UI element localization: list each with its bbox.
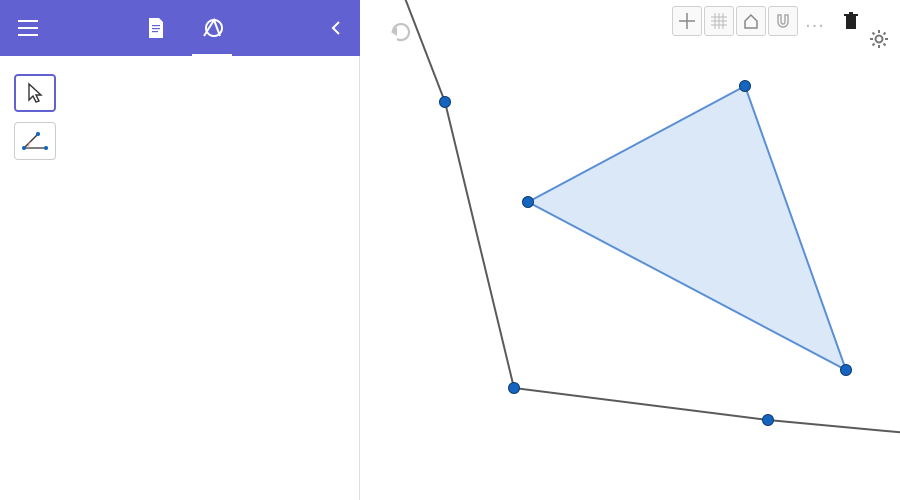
hamburger-icon bbox=[18, 20, 38, 36]
gear-icon bbox=[869, 29, 889, 49]
settings-button[interactable] bbox=[866, 26, 892, 52]
triangle-vertex-1[interactable] bbox=[740, 81, 751, 92]
delete-button[interactable] bbox=[838, 8, 864, 34]
undo-icon bbox=[387, 22, 413, 42]
geometry-layer bbox=[362, 0, 900, 500]
point-capture-button[interactable] bbox=[768, 6, 798, 36]
polyline-point-2[interactable] bbox=[763, 415, 774, 426]
chevron-left-icon bbox=[331, 21, 341, 35]
polyline-point-0[interactable] bbox=[440, 97, 451, 108]
document-icon bbox=[147, 18, 165, 38]
grid-icon bbox=[710, 12, 728, 30]
tab-tools[interactable] bbox=[196, 8, 228, 48]
triangle-vertex-0[interactable] bbox=[523, 197, 534, 208]
undo-button[interactable] bbox=[386, 18, 414, 46]
tab-document[interactable] bbox=[140, 8, 172, 48]
geometry-tools-icon bbox=[201, 17, 223, 39]
polyline-point-1[interactable] bbox=[509, 383, 520, 394]
app-header bbox=[0, 0, 360, 56]
pointer-icon bbox=[25, 82, 45, 104]
graphics-canvas[interactable]: ... bbox=[362, 0, 900, 500]
home-icon bbox=[742, 12, 760, 30]
home-view-button[interactable] bbox=[736, 6, 766, 36]
tool-palette bbox=[14, 74, 56, 160]
toggle-grid-button[interactable] bbox=[704, 6, 734, 36]
magnet-icon bbox=[774, 12, 792, 30]
view-buttons-group bbox=[672, 6, 798, 36]
ellipsis-icon: ... bbox=[805, 10, 825, 33]
header-tabs bbox=[44, 8, 324, 48]
reflect-angle-icon bbox=[22, 130, 48, 152]
sidebar bbox=[0, 56, 360, 500]
triangle-vertex-2[interactable] bbox=[841, 365, 852, 376]
triangle-shape[interactable] bbox=[528, 86, 846, 370]
menu-button[interactable] bbox=[12, 12, 44, 44]
canvas-toolbar: ... bbox=[672, 6, 892, 36]
axes-icon bbox=[678, 12, 696, 30]
reflect-tool-button[interactable] bbox=[14, 122, 56, 160]
collapse-sidebar-button[interactable] bbox=[324, 16, 348, 40]
trash-icon bbox=[842, 11, 860, 31]
more-options-button[interactable]: ... bbox=[802, 10, 828, 33]
move-tool-button[interactable] bbox=[14, 74, 56, 112]
toggle-axes-button[interactable] bbox=[672, 6, 702, 36]
